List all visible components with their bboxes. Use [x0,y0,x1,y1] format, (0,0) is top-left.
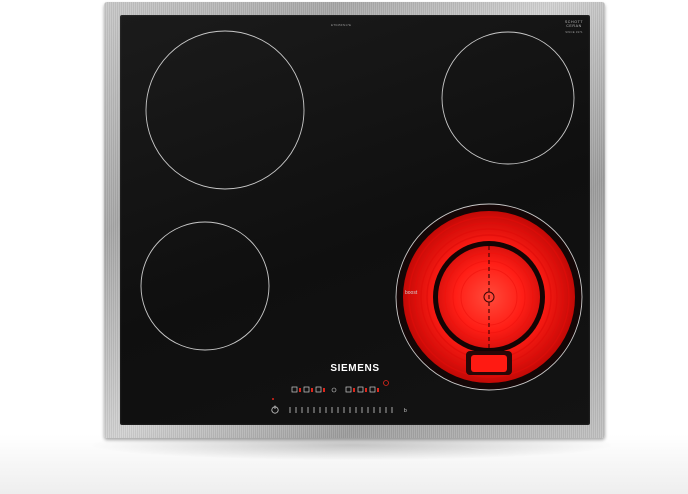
zone-selector-icons[interactable] [291,386,376,393]
glass-logo-line2: CERAN [566,24,582,28]
touch-control-panel[interactable]: b [271,380,407,415]
touch-slider[interactable] [289,407,393,413]
zone-front-right-active [395,203,583,391]
timer-icon[interactable] [383,380,389,386]
zone-front-left [140,221,270,351]
glass-logo-sub: SINCE 1971 [565,30,583,34]
stainless-steel-frame: b ET645FN17E SCHOTT CERAN SINCE 1971 boo… [104,2,605,438]
ceramic-glass-surface: b ET645FN17E SCHOTT CERAN SINCE 1971 boo… [120,15,590,425]
brand-logo: SIEMENS [330,363,380,374]
zone-back-right [441,31,575,165]
model-code: ET645FN17E [331,23,352,27]
schott-ceran-logo: SCHOTT CERAN SINCE 1971 [561,20,587,34]
svg-text:b: b [404,408,407,414]
zone-back-left [145,30,305,190]
boost-label: boost [405,290,418,296]
product-photo: b ET645FN17E SCHOTT CERAN SINCE 1971 boo… [0,0,688,494]
